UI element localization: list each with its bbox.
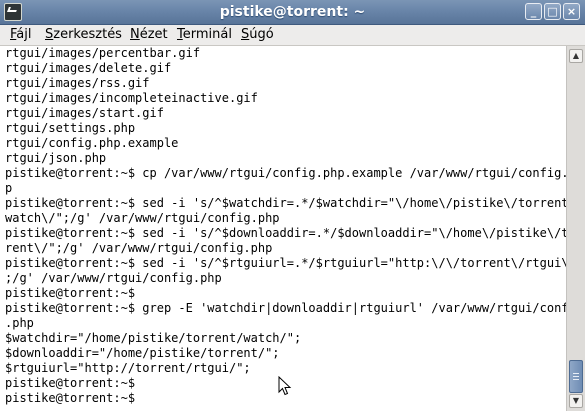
terminal-line: rtgui/images/delete.gif <box>5 61 172 75</box>
scrollbar-grip <box>573 373 579 374</box>
terminal-line: rtgui/config.php.example <box>5 136 179 150</box>
terminal-line: rtgui/images/rss.gif <box>5 76 150 90</box>
menu-terminal[interactable]: Terminál <box>177 25 232 45</box>
terminal-line: ;/g' /var/www/rtgui/config.php <box>5 271 222 285</box>
terminal-line: pistike@torrent:~$ sed -i 's/^$watchdir=… <box>5 196 566 210</box>
menu-bar: Fájl Szerkesztés Nézet Terminál Súgó <box>0 25 585 46</box>
scroll-down-arrow-icon[interactable]: ▼ <box>569 394 583 408</box>
menu-file[interactable]: Fájl <box>10 25 32 45</box>
window-title: pistike@torrent: ~ <box>219 4 366 20</box>
terminal-window: pistike@torrent: ~ _ □ × Fájl Szerkeszté… <box>0 0 585 411</box>
menu-edit[interactable]: Szerkesztés <box>45 25 122 45</box>
maximize-button[interactable]: □ <box>544 3 561 20</box>
title-bar[interactable]: pistike@torrent: ~ _ □ × <box>0 0 585 25</box>
scroll-up-arrow-icon[interactable]: ▲ <box>569 49 583 63</box>
terminal-line: .php <box>5 316 34 330</box>
terminal-line: $rtguiurl="http://torrent/rtgui/"; <box>5 361 251 375</box>
terminal-line: $downloaddir="/home/pistike/torrent/"; <box>5 346 280 360</box>
terminal-line: rtgui/json.php <box>5 151 107 165</box>
terminal-line: $watchdir="/home/pistike/torrent/watch/"… <box>5 331 302 345</box>
scrollbar-grip <box>573 376 579 377</box>
terminal-line: rtgui/settings.php <box>5 121 136 135</box>
mouse-pointer-icon <box>278 376 292 396</box>
terminal-output[interactable]: rtgui/images/percentbar.gif rtgui/images… <box>0 46 566 411</box>
vertical-scrollbar[interactable]: ▲ ▼ <box>566 46 585 411</box>
terminal-lines: rtgui/images/percentbar.gif rtgui/images… <box>5 46 566 406</box>
scrollbar-grip <box>573 379 579 380</box>
scrollbar-thumb[interactable] <box>569 360 583 393</box>
terminal-line: pistike@torrent:~$ grep -E 'watchdir|dow… <box>5 301 566 315</box>
terminal-line: p <box>5 181 13 195</box>
terminal-line: watch\/";/g' /var/www/rtgui/config.php <box>5 211 280 225</box>
terminal-line: pistike@torrent:~$ sed -i 's/^$rtguiurl=… <box>5 256 566 270</box>
menu-view[interactable]: Nézet <box>130 25 168 45</box>
minimize-button[interactable]: _ <box>525 3 542 20</box>
terminal-line: rtgui/images/start.gif <box>5 106 164 120</box>
terminal-line: rent\/";/g' /var/www/rtgui/config.php <box>5 241 273 255</box>
close-button[interactable]: × <box>563 3 580 20</box>
terminal-line: rtgui/images/incompleteinactive.gif <box>5 91 258 105</box>
terminal-line: pistike@torrent:~$ sed -i 's/^$downloadd… <box>5 226 566 240</box>
terminal-line: pistike@torrent:~$ <box>5 286 136 300</box>
menu-help[interactable]: Súgó <box>241 25 274 45</box>
terminal-line: rtgui/images/percentbar.gif <box>5 46 201 60</box>
terminal-line: pistike@torrent:~$ cp /var/www/rtgui/con… <box>5 166 566 180</box>
